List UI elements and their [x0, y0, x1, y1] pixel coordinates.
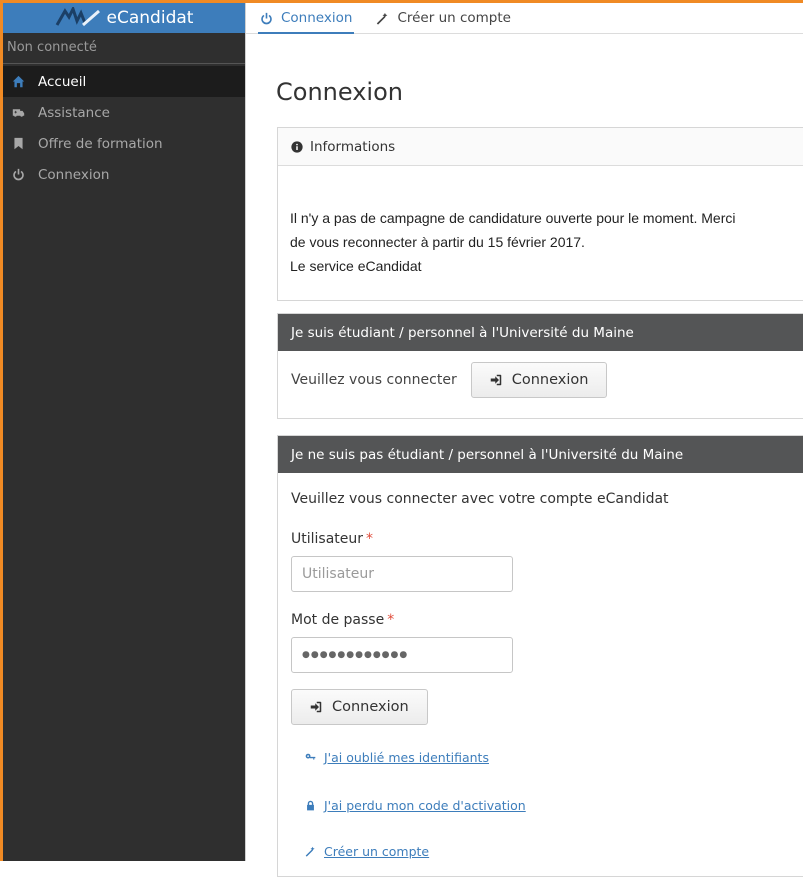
link-label: Créer un compte	[324, 844, 430, 859]
password-label-text: Mot de passe	[291, 612, 385, 628]
student-login-prompt: Veuillez vous connecter	[291, 372, 457, 388]
home-icon	[11, 75, 25, 89]
link-label: J'ai oublié mes identifiants	[324, 750, 489, 765]
tab-label: Créer un compte	[397, 10, 511, 26]
power-icon	[11, 168, 25, 182]
password-value: ●●●●●●●●●●●●	[302, 650, 409, 660]
sidebar-item-label: Assistance	[38, 104, 110, 121]
button-label: Connexion	[332, 699, 409, 715]
password-label: Mot de passe *	[291, 612, 394, 628]
student-login-row: Veuillez vous connecter Connexion	[278, 351, 803, 409]
info-line: Il n'y a pas de campagne de candidature …	[290, 210, 736, 226]
forgot-credentials-link[interactable]: J'ai oublié mes identifiants	[305, 750, 489, 765]
info-panel-title: Informations	[310, 138, 396, 155]
main-content: Connexion Créer un compte Connexion Info…	[245, 3, 803, 877]
required-asterisk: *	[366, 531, 374, 547]
external-login-panel: Je ne suis pas étudiant / personnel à l'…	[277, 435, 803, 877]
window-frame: eCandidat Non connecté Accueil Assistanc…	[0, 0, 803, 877]
info-circle-icon	[291, 140, 303, 153]
username-input[interactable]	[291, 556, 513, 592]
tab-label: Connexion	[281, 10, 353, 26]
external-panel-header: Je ne suis pas étudiant / personnel à l'…	[278, 436, 803, 473]
sidebar-item-assistance[interactable]: Assistance	[3, 97, 245, 128]
power-icon	[260, 12, 273, 25]
app-name: eCandidat	[106, 8, 194, 28]
sidebar-item-label: Offre de formation	[38, 135, 163, 152]
external-connexion-button[interactable]: Connexion	[291, 689, 428, 725]
sidebar-item-accueil[interactable]: Accueil	[3, 66, 245, 97]
sidebar-item-label: Accueil	[38, 73, 87, 90]
sign-in-icon	[490, 374, 502, 386]
button-label: Connexion	[511, 372, 589, 388]
sidebar-item-connexion[interactable]: Connexion	[3, 159, 245, 190]
username-label-text: Utilisateur	[291, 531, 364, 547]
page-title: Connexion	[276, 78, 403, 106]
student-connexion-button[interactable]: Connexion	[470, 362, 608, 398]
tab-creer-un-compte[interactable]: Créer un compte	[376, 3, 511, 33]
lock-icon	[305, 800, 316, 811]
student-panel-header: Je suis étudiant / personnel à l'Univers…	[278, 314, 803, 351]
magic-wand-icon	[376, 12, 389, 25]
username-label: Utilisateur *	[291, 531, 373, 547]
sidebar: eCandidat Non connecté Accueil Assistanc…	[3, 3, 245, 861]
magic-wand-icon	[305, 846, 316, 857]
tab-connexion[interactable]: Connexion	[257, 3, 355, 34]
sidebar-item-label: Connexion	[38, 166, 110, 183]
create-account-link[interactable]: Créer un compte	[305, 844, 429, 859]
info-line: Le service eCandidat	[290, 258, 422, 274]
connection-status: Non connecté	[3, 33, 245, 64]
key-icon	[305, 752, 316, 763]
tab-bar: Connexion Créer un compte	[246, 3, 803, 34]
student-login-panel: Je suis étudiant / personnel à l'Univers…	[277, 313, 803, 419]
sidebar-item-offre-de-formation[interactable]: Offre de formation	[3, 128, 245, 159]
password-input[interactable]: ●●●●●●●●●●●●	[291, 637, 513, 673]
bookmark-icon	[11, 137, 25, 151]
info-panel-header: Informations	[278, 128, 803, 166]
info-message: Il n'y a pas de campagne de candidature …	[278, 166, 803, 292]
link-label: J'ai perdu mon code d'activation	[324, 798, 526, 813]
info-panel: Informations Il n'y a pas de campagne de…	[277, 127, 803, 301]
info-line: de vous reconnecter à partir du 15 févri…	[290, 234, 585, 250]
sign-in-icon	[310, 701, 322, 713]
lost-activation-code-link[interactable]: J'ai perdu mon code d'activation	[305, 798, 526, 813]
ambulance-icon	[11, 106, 25, 120]
app-brand[interactable]: eCandidat	[3, 3, 245, 33]
required-asterisk: *	[387, 612, 395, 628]
external-login-prompt: Veuillez vous connecter avec votre compt…	[291, 491, 669, 507]
app-logo-icon	[55, 7, 100, 27]
